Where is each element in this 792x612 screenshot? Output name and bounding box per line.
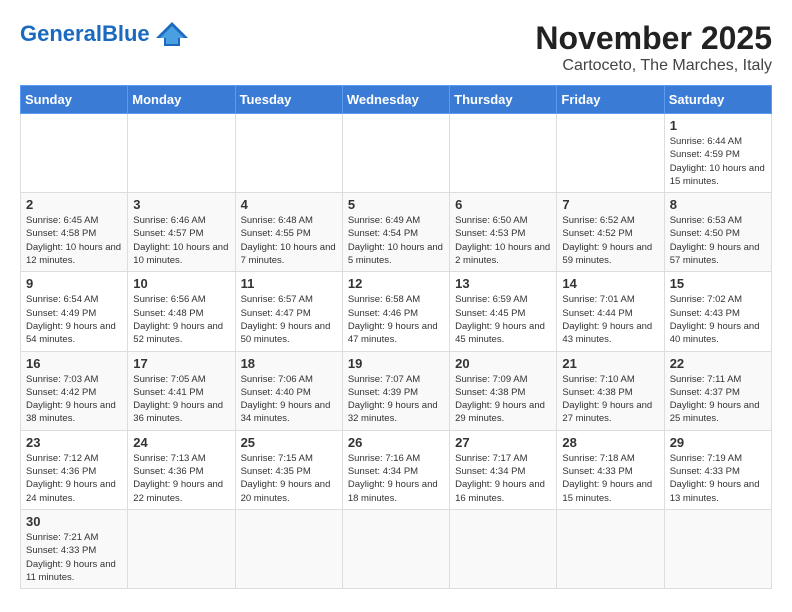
day-28: 28 Sunrise: 7:18 AMSunset: 4:33 PMDaylig…	[557, 430, 664, 509]
calendar-week-3: 9 Sunrise: 6:54 AMSunset: 4:49 PMDayligh…	[21, 272, 772, 351]
logo: GeneralBlue	[20, 20, 190, 48]
day-14: 14 Sunrise: 7:01 AMSunset: 4:44 PMDaylig…	[557, 272, 664, 351]
empty-cell	[21, 114, 128, 193]
calendar-header-row: Sunday Monday Tuesday Wednesday Thursday…	[21, 86, 772, 114]
day-15: 15 Sunrise: 7:02 AMSunset: 4:43 PMDaylig…	[664, 272, 771, 351]
day-11: 11 Sunrise: 6:57 AMSunset: 4:47 PMDaylig…	[235, 272, 342, 351]
day-10: 10 Sunrise: 6:56 AMSunset: 4:48 PMDaylig…	[128, 272, 235, 351]
day-17: 17 Sunrise: 7:05 AMSunset: 4:41 PMDaylig…	[128, 351, 235, 430]
day-22: 22 Sunrise: 7:11 AMSunset: 4:37 PMDaylig…	[664, 351, 771, 430]
calendar-table: Sunday Monday Tuesday Wednesday Thursday…	[20, 85, 772, 589]
day-2: 2 Sunrise: 6:45 AMSunset: 4:58 PMDayligh…	[21, 193, 128, 272]
calendar-week-4: 16 Sunrise: 7:03 AMSunset: 4:42 PMDaylig…	[21, 351, 772, 430]
page-header: GeneralBlue November 2025 Cartoceto, The…	[20, 20, 772, 75]
day-18: 18 Sunrise: 7:06 AMSunset: 4:40 PMDaylig…	[235, 351, 342, 430]
empty-cell	[557, 509, 664, 588]
day-30: 30 Sunrise: 7:21 AMSunset: 4:33 PMDaylig…	[21, 509, 128, 588]
calendar-week-1: 1 Sunrise: 6:44 AM Sunset: 4:59 PM Dayli…	[21, 114, 772, 193]
day-21: 21 Sunrise: 7:10 AMSunset: 4:38 PMDaylig…	[557, 351, 664, 430]
day-12: 12 Sunrise: 6:58 AMSunset: 4:46 PMDaylig…	[342, 272, 449, 351]
day-16: 16 Sunrise: 7:03 AMSunset: 4:42 PMDaylig…	[21, 351, 128, 430]
day-9: 9 Sunrise: 6:54 AMSunset: 4:49 PMDayligh…	[21, 272, 128, 351]
empty-cell	[128, 114, 235, 193]
calendar-week-6: 30 Sunrise: 7:21 AMSunset: 4:33 PMDaylig…	[21, 509, 772, 588]
location-title: Cartoceto, The Marches, Italy	[535, 57, 772, 75]
day-25: 25 Sunrise: 7:15 AMSunset: 4:35 PMDaylig…	[235, 430, 342, 509]
day-27: 27 Sunrise: 7:17 AMSunset: 4:34 PMDaylig…	[450, 430, 557, 509]
day-8: 8 Sunrise: 6:53 AMSunset: 4:50 PMDayligh…	[664, 193, 771, 272]
calendar-week-5: 23 Sunrise: 7:12 AMSunset: 4:36 PMDaylig…	[21, 430, 772, 509]
col-tuesday: Tuesday	[235, 86, 342, 114]
day-6: 6 Sunrise: 6:50 AMSunset: 4:53 PMDayligh…	[450, 193, 557, 272]
day-29: 29 Sunrise: 7:19 AMSunset: 4:33 PMDaylig…	[664, 430, 771, 509]
day-7: 7 Sunrise: 6:52 AMSunset: 4:52 PMDayligh…	[557, 193, 664, 272]
col-friday: Friday	[557, 86, 664, 114]
day-26: 26 Sunrise: 7:16 AMSunset: 4:34 PMDaylig…	[342, 430, 449, 509]
col-sunday: Sunday	[21, 86, 128, 114]
day-4: 4 Sunrise: 6:48 AMSunset: 4:55 PMDayligh…	[235, 193, 342, 272]
calendar-week-2: 2 Sunrise: 6:45 AMSunset: 4:58 PMDayligh…	[21, 193, 772, 272]
day-3: 3 Sunrise: 6:46 AMSunset: 4:57 PMDayligh…	[128, 193, 235, 272]
col-thursday: Thursday	[450, 86, 557, 114]
empty-cell	[342, 509, 449, 588]
day-19: 19 Sunrise: 7:07 AMSunset: 4:39 PMDaylig…	[342, 351, 449, 430]
empty-cell	[342, 114, 449, 193]
empty-cell	[450, 114, 557, 193]
col-monday: Monday	[128, 86, 235, 114]
logo-icon	[154, 20, 190, 48]
col-saturday: Saturday	[664, 86, 771, 114]
empty-cell	[557, 114, 664, 193]
day-1: 1 Sunrise: 6:44 AM Sunset: 4:59 PM Dayli…	[664, 114, 771, 193]
empty-cell	[128, 509, 235, 588]
col-wednesday: Wednesday	[342, 86, 449, 114]
empty-cell	[235, 114, 342, 193]
day-23: 23 Sunrise: 7:12 AMSunset: 4:36 PMDaylig…	[21, 430, 128, 509]
day-20: 20 Sunrise: 7:09 AMSunset: 4:38 PMDaylig…	[450, 351, 557, 430]
day-24: 24 Sunrise: 7:13 AMSunset: 4:36 PMDaylig…	[128, 430, 235, 509]
title-area: November 2025 Cartoceto, The Marches, It…	[535, 20, 772, 75]
empty-cell	[450, 509, 557, 588]
empty-cell	[664, 509, 771, 588]
day-5: 5 Sunrise: 6:49 AMSunset: 4:54 PMDayligh…	[342, 193, 449, 272]
day-13: 13 Sunrise: 6:59 AMSunset: 4:45 PMDaylig…	[450, 272, 557, 351]
logo-text: GeneralBlue	[20, 22, 150, 46]
month-title: November 2025	[535, 20, 772, 57]
empty-cell	[235, 509, 342, 588]
